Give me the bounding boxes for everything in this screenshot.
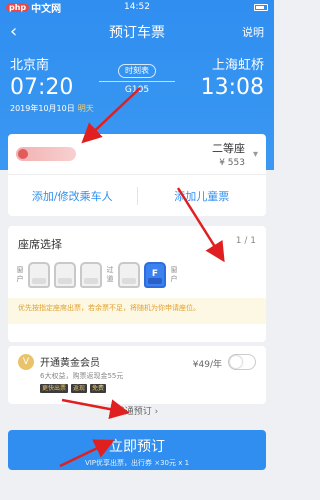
status-bar: php 中文网 14:52	[0, 0, 274, 15]
seat-section-title: 座席选择	[18, 238, 62, 251]
to-time: 13:08	[200, 75, 264, 100]
from-time: 07:20	[10, 75, 74, 100]
seat-c[interactable]	[80, 262, 102, 288]
vip-tag: 更快出票	[40, 384, 69, 393]
vip-card: V 开通黄金会员 6大权益，购票返现金55元 更快出票 返现 免费 ¥49/年	[8, 346, 266, 404]
from-station: 北京南	[10, 58, 50, 73]
seat-price: ¥ 553	[219, 158, 245, 168]
vip-crown-icon: V	[18, 354, 34, 370]
vip-row: V 开通黄金会员 6大权益，购票返现金55元 更快出票 返现 免费 ¥49/年	[8, 346, 266, 393]
seat-f-letter: F	[151, 269, 159, 279]
day-label: 明天	[77, 104, 94, 113]
seat-a[interactable]	[28, 262, 50, 288]
vip-tag: 返现	[71, 384, 88, 393]
vip-price: ¥49/年	[192, 360, 222, 370]
aisle-label: 过道	[106, 266, 114, 283]
window-label-left: 窗户	[16, 266, 24, 283]
window-label-right: 窗户	[170, 266, 178, 283]
seat-info: 二等座 ¥ 553	[212, 140, 245, 168]
departure: 北京南 07:20	[10, 54, 97, 100]
seat-header: 座席选择 1 / 1	[8, 226, 266, 252]
passenger-actions: 添加/修改乘车人 添加儿童票	[8, 175, 266, 216]
help-button[interactable]: 说明	[242, 24, 264, 40]
vip-subtitle: 6大权益，购票返现金55元	[40, 372, 124, 380]
back-icon[interactable]: ‹	[10, 23, 17, 41]
status-time: 14:52	[124, 2, 150, 12]
train-number: G105	[124, 85, 150, 95]
book-now-sub: VIP优享出票，出行券 ×30元 x 1	[84, 459, 190, 467]
book-now-label: 立即预订	[109, 439, 165, 455]
passenger-name-blurred	[16, 147, 76, 161]
date-row: 2019年10月10日 明天	[0, 100, 274, 114]
seat-type: 二等座	[211, 142, 245, 155]
to-station: 上海虹桥	[211, 58, 264, 73]
battery-icon	[254, 3, 268, 11]
seat-selection-card: 座席选择 1 / 1 窗户 过道 F 窗户 优先按指定座席出票，若余票不足，将随…	[8, 226, 266, 342]
seat-count: 1 / 1	[235, 236, 256, 246]
navbar: ‹ 预订车票 说明	[0, 14, 274, 50]
passenger-row[interactable]: 二等座 ¥ 553 ▾	[8, 134, 266, 175]
seat-notice: 优先按指定座席出票，若余票不足，将随机为你申请座位。	[8, 298, 266, 324]
add-passenger-button[interactable]: 添加/修改乘车人	[8, 188, 137, 204]
vip-text: 开通黄金会员 6大权益，购票返现金55元 更快出票 返现 免费	[40, 354, 123, 393]
vip-tags: 更快出票 返现 免费	[40, 384, 123, 393]
normal-booking-link[interactable]: 普通预订 ›	[0, 404, 274, 417]
seat-b[interactable]	[54, 262, 76, 288]
seat-d[interactable]	[118, 262, 140, 288]
trip-date: 2019年10月10日	[10, 104, 75, 113]
status-icons	[254, 3, 268, 11]
schedule-button[interactable]: 时刻表	[118, 64, 156, 78]
passenger-card: 二等座 ¥ 553 ▾ 添加/修改乘车人 添加儿童票	[8, 134, 266, 216]
chevron-down-icon[interactable]: ▾	[253, 149, 258, 160]
route-info: 北京南 07:20 时刻表 G105 上海虹桥 13:08	[0, 54, 274, 100]
seat-f-selected[interactable]: F	[144, 262, 166, 288]
page-title: 预订车票	[109, 25, 165, 41]
arrival: 上海虹桥 13:08	[177, 54, 264, 100]
vip-toggle[interactable]	[228, 354, 256, 370]
add-child-button[interactable]: 添加儿童票	[138, 188, 267, 204]
book-now-button[interactable]: 立即预订 VIP优享出票，出行券 ×30元 x 1	[8, 430, 266, 470]
seat-map: 窗户 过道 F 窗户	[8, 252, 266, 288]
train-center: 时刻表 G105	[97, 54, 177, 100]
vip-tag: 免费	[90, 384, 107, 393]
vip-title: 开通黄金会员	[40, 358, 100, 369]
route-line	[99, 81, 175, 82]
